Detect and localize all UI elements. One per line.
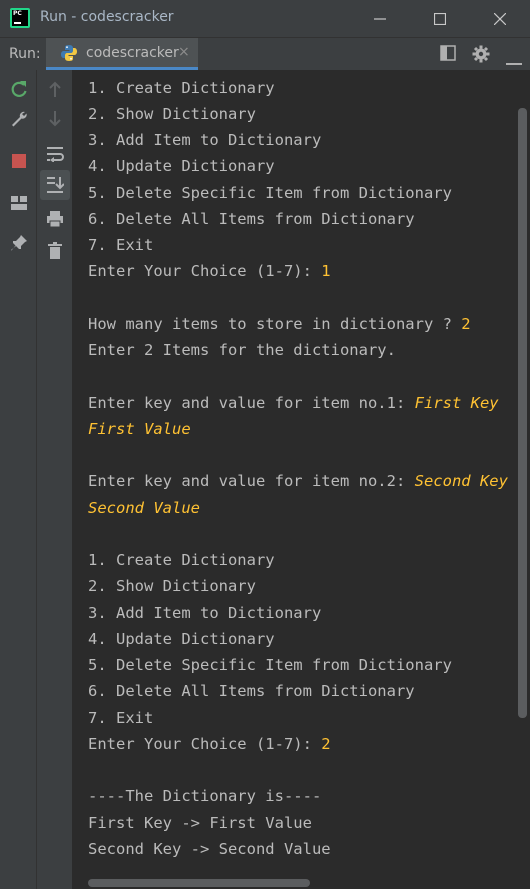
user-input: Second Key: [414, 472, 508, 490]
minimize-icon[interactable]: [506, 51, 522, 70]
tab-label: codescracker: [86, 45, 179, 61]
user-input: 2: [321, 735, 331, 753]
console-line: 6. Delete All Items from Dictionary: [88, 682, 415, 700]
pycharm-logo-icon: PC: [10, 8, 30, 28]
console-line: Enter Your Choice (1-7): 1: [88, 262, 331, 280]
user-input: First Value: [88, 420, 191, 438]
run-label: Run:: [9, 46, 41, 62]
console-line: 7. Exit: [88, 236, 154, 254]
console-line: 2. Show Dictionary: [88, 105, 256, 123]
window-close-button[interactable]: [470, 0, 530, 37]
console-line: 5. Delete Specific Item from Dictionary: [88, 656, 452, 674]
maximize-window-icon: [434, 12, 446, 25]
trash-icon[interactable]: [44, 240, 66, 262]
console-line: 6. Delete All Items from Dictionary: [88, 210, 415, 228]
console-line: Second Key -> Second Value: [88, 840, 331, 858]
user-input: 2: [461, 315, 471, 333]
scroll-to-end-icon[interactable]: [44, 174, 66, 196]
prompt-text: Enter Your Choice (1-7):: [88, 735, 322, 753]
prompt-text: Enter key and value for item no.1:: [88, 394, 415, 412]
console-line: 5. Delete Specific Item from Dictionary: [88, 184, 452, 202]
user-input: 1: [321, 262, 331, 280]
window-minimize-button[interactable]: [350, 0, 410, 37]
arrow-down-icon[interactable]: [44, 108, 66, 130]
rerun-icon[interactable]: [8, 78, 30, 100]
console-line: 3. Add Item to Dictionary: [88, 131, 322, 149]
console-output[interactable]: 1. Create Dictionary 2. Show Dictionary …: [73, 70, 517, 889]
print-icon[interactable]: [44, 208, 66, 230]
title-bar: PC Run - codescracker: [0, 0, 530, 37]
pin-icon[interactable]: [8, 232, 30, 254]
console-line: Enter key and value for item no.1: First…: [88, 394, 499, 412]
horizontal-scrollbar[interactable]: [88, 879, 310, 887]
console-actions-strip: [37, 70, 73, 889]
console-line: Enter 2 Items for the dictionary.: [88, 341, 396, 359]
user-input: First Key: [414, 394, 499, 412]
tab-close-icon[interactable]: ×: [178, 44, 190, 60]
console-line: 4. Update Dictionary: [88, 630, 275, 648]
prompt-text: Enter key and value for item no.2:: [88, 472, 415, 490]
console-line: First Key -> First Value: [88, 814, 312, 832]
console-line: 4. Update Dictionary: [88, 157, 275, 175]
console-line: 1. Create Dictionary: [88, 79, 275, 97]
close-window-icon: [494, 12, 506, 25]
soft-wrap-icon[interactable]: [44, 143, 66, 165]
window-title: Run - codescracker: [40, 9, 174, 25]
console-line: Enter key and value for item no.2: Secon…: [88, 472, 508, 490]
gear-icon[interactable]: [472, 45, 490, 67]
console-line: 2. Show Dictionary: [88, 577, 256, 595]
layout-icon[interactable]: [8, 192, 30, 214]
console-line: How many items to store in dictionary ? …: [88, 315, 471, 333]
tab-codescracker[interactable]: codescracker ×: [46, 38, 198, 70]
console-line: Enter Your Choice (1-7): 2: [88, 735, 331, 753]
prompt-text: How many items to store in dictionary ?: [88, 315, 462, 333]
layout-toggle-icon[interactable]: [440, 45, 456, 65]
stop-icon[interactable]: [8, 150, 30, 172]
console-line: ----The Dictionary is----: [88, 787, 322, 805]
user-input: Second Value: [88, 499, 200, 517]
run-actions-strip: [0, 70, 37, 889]
python-icon: [61, 45, 77, 61]
vertical-scrollbar[interactable]: [518, 108, 527, 718]
minimize-window-icon: [374, 17, 386, 20]
console-line: 1. Create Dictionary: [88, 551, 275, 569]
console-line: 3. Add Item to Dictionary: [88, 604, 322, 622]
arrow-up-icon[interactable]: [44, 78, 66, 100]
console-line: 7. Exit: [88, 709, 154, 727]
prompt-text: Enter Your Choice (1-7):: [88, 262, 322, 280]
run-toolbar: Run: codescracker ×: [0, 37, 530, 70]
window-maximize-button[interactable]: [410, 0, 470, 37]
wrench-icon[interactable]: [8, 108, 30, 130]
